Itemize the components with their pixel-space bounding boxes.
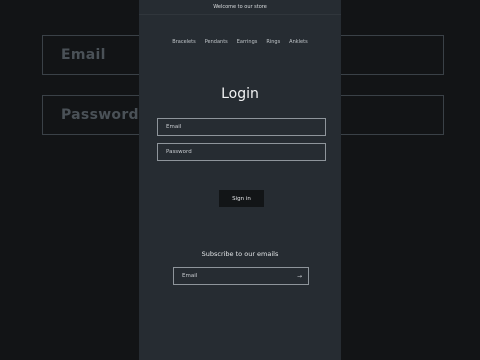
email-field[interactable]: Email bbox=[157, 118, 326, 136]
nav-item-earrings[interactable]: Earrings bbox=[237, 37, 258, 47]
sign-in-button[interactable]: Sign in bbox=[219, 190, 264, 207]
nav-item-pendants[interactable]: Pendants bbox=[205, 37, 228, 47]
video-frame: Email Password Welcome to our store Brac… bbox=[0, 0, 480, 360]
arrow-right-icon[interactable]: → bbox=[297, 268, 302, 284]
newsletter-title: Subscribe to our emails bbox=[201, 250, 279, 258]
background-password-label: Password bbox=[61, 107, 139, 123]
mobile-store-screen: Welcome to our store Bracelets Pendants … bbox=[139, 0, 341, 360]
password-placeholder: Password bbox=[166, 149, 192, 155]
background-email-label: Email bbox=[61, 47, 106, 63]
category-nav: Bracelets Pendants Earrings Rings Anklet… bbox=[139, 37, 341, 47]
nav-item-bracelets[interactable]: Bracelets bbox=[172, 37, 195, 47]
nav-item-rings[interactable]: Rings bbox=[266, 37, 280, 47]
nav-item-anklets[interactable]: Anklets bbox=[289, 37, 308, 47]
password-field[interactable]: Password bbox=[157, 143, 326, 161]
login-title: Login bbox=[221, 86, 259, 102]
announcement-bar: Welcome to our store bbox=[139, 0, 341, 15]
newsletter-email-field[interactable]: Email → bbox=[173, 267, 309, 285]
email-placeholder: Email bbox=[166, 124, 182, 130]
newsletter-email-placeholder: Email bbox=[182, 273, 198, 279]
